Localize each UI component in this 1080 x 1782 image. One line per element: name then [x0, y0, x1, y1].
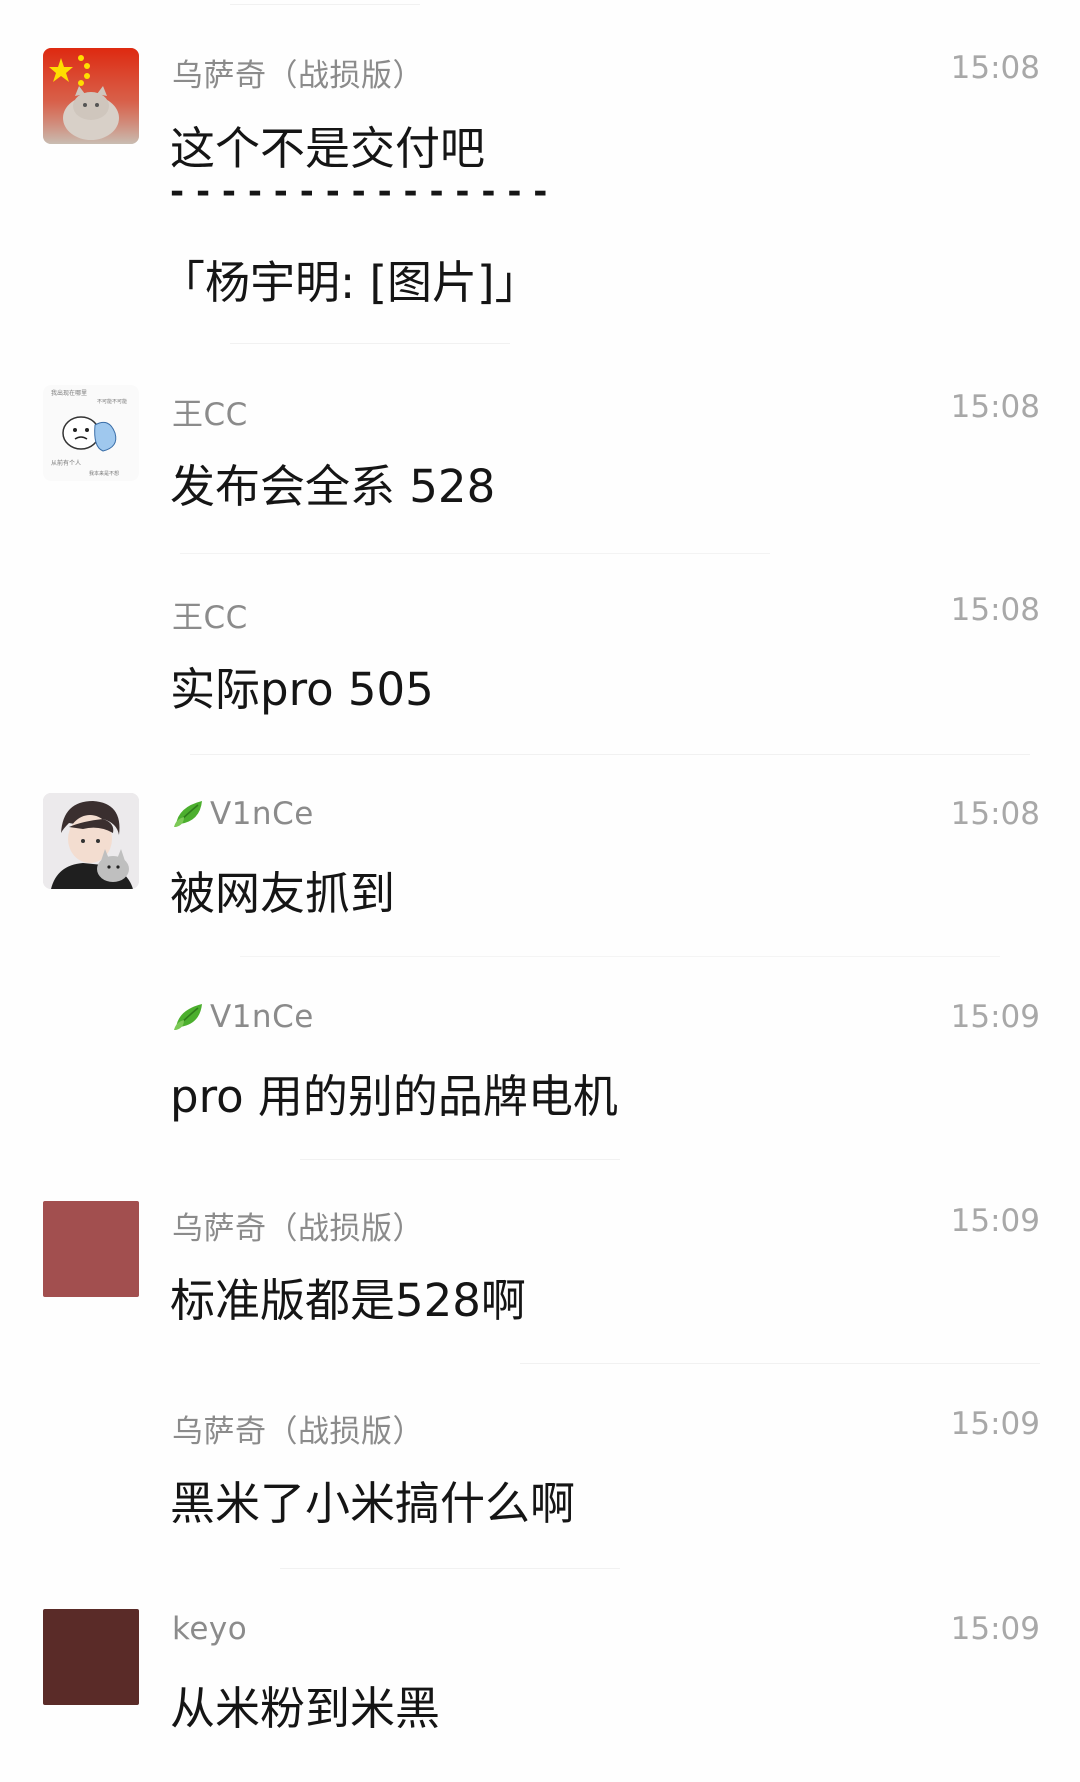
- sender-name[interactable]: 乌萨奇（战损版）: [172, 50, 424, 95]
- sender-name[interactable]: 王CC: [172, 389, 248, 434]
- divider: [230, 4, 420, 5]
- divider: [280, 1568, 620, 1569]
- message-time: 15:08: [950, 389, 1040, 425]
- divider: [520, 1363, 1040, 1364]
- message-text[interactable]: 这个不是交付吧: [170, 112, 485, 177]
- divider: [180, 553, 770, 554]
- sticker-caption: 从前有个人: [51, 459, 81, 467]
- message-time: 15:08: [950, 50, 1040, 86]
- quoted-reply[interactable]: 「杨宇明: [图片]」: [160, 246, 540, 311]
- avatar[interactable]: [43, 1609, 139, 1705]
- meme-sticker-avatar-image: 我出现在哪里 不可能不可能 从前有个人 我本来是不想: [43, 385, 139, 481]
- message-text[interactable]: 黑米了小米搞什么啊: [170, 1467, 575, 1532]
- sender-name[interactable]: 乌萨奇（战损版）: [172, 1203, 424, 1248]
- leaf-icon: [174, 801, 202, 827]
- message-text[interactable]: pro 用的别的品牌电机: [170, 1060, 618, 1125]
- sender-name[interactable]: V1nCe: [172, 796, 314, 832]
- sticker-caption: 我出现在哪里: [51, 389, 87, 397]
- message-time: 15:09: [950, 1203, 1040, 1239]
- leaf-icon: [174, 1004, 202, 1030]
- message-text[interactable]: 被网友抓到: [170, 857, 395, 922]
- message-text[interactable]: 发布会全系 528: [170, 450, 495, 515]
- divider: [300, 1159, 620, 1160]
- flag-cat-avatar-image: [43, 48, 139, 144]
- boy-with-cat-avatar-image: [43, 793, 139, 889]
- message-text[interactable]: 标准版都是528啊: [170, 1264, 526, 1329]
- avatar[interactable]: [43, 48, 139, 144]
- avatar[interactable]: 我出现在哪里 不可能不可能 从前有个人 我本来是不想: [43, 385, 139, 481]
- divider: [190, 754, 1030, 755]
- message-time: 15:09: [950, 1611, 1040, 1647]
- divider: [240, 956, 1000, 957]
- chat-message-list[interactable]: 乌萨奇（战损版） 15:08 这个不是交付吧 - - - - - - - - -…: [0, 0, 1080, 1782]
- sticker-caption: 我本来是不想: [89, 470, 119, 477]
- message-time: 15:09: [950, 999, 1040, 1035]
- sticker-caption: 不可能不可能: [97, 398, 127, 405]
- quote-separator: - - - - - - - - - - - - - - -: [170, 172, 548, 212]
- avatar[interactable]: [43, 1201, 139, 1297]
- sender-name-text: V1nCe: [210, 999, 314, 1035]
- sender-name[interactable]: keyo: [172, 1611, 247, 1647]
- message-text[interactable]: 从米粉到米黑: [170, 1672, 440, 1737]
- sender-name[interactable]: 王CC: [172, 592, 248, 637]
- avatar[interactable]: [43, 793, 139, 889]
- divider: [230, 343, 510, 344]
- sender-name[interactable]: 乌萨奇（战损版）: [172, 1406, 424, 1451]
- message-time: 15:09: [950, 1406, 1040, 1442]
- sender-name-text: V1nCe: [210, 796, 314, 832]
- message-text[interactable]: 实际pro 505: [170, 653, 434, 718]
- message-time: 15:08: [950, 796, 1040, 832]
- sender-name[interactable]: V1nCe: [172, 999, 314, 1035]
- message-time: 15:08: [950, 592, 1040, 628]
